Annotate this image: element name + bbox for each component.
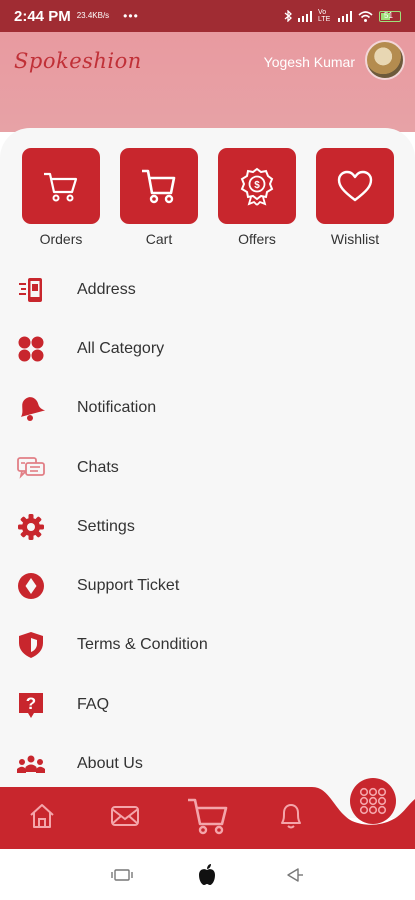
battery-level: 51: [384, 10, 393, 20]
tile-label: Orders: [39, 231, 83, 247]
cart-icon: [142, 169, 176, 204]
bell-icon: [16, 393, 46, 423]
heart-icon: [337, 170, 373, 202]
svg-text:$: $: [254, 180, 260, 191]
app-logo: Spokeshion: [14, 49, 142, 73]
menu-item-faq[interactable]: ? FAQ: [0, 675, 415, 734]
back-button[interactable]: [282, 863, 306, 887]
back-icon: [287, 868, 303, 882]
shield-icon: [16, 630, 46, 660]
menu-item-settings[interactable]: Settings: [0, 497, 415, 556]
header: Spokeshion Yogesh Kumar: [0, 32, 415, 132]
recents-icon: [111, 869, 133, 881]
orders-button[interactable]: [22, 148, 100, 224]
menu-grid-icon: [359, 787, 387, 815]
nav-home[interactable]: [26, 799, 58, 833]
menu-item-support-ticket[interactable]: Support Ticket: [0, 556, 415, 615]
status-bar: 2:44 PM 23.4KB/s ••• Vo LTE 51: [0, 0, 415, 32]
menu-label: Chats: [77, 458, 119, 476]
gear-icon: [16, 512, 46, 542]
tile-orders[interactable]: Orders: [22, 148, 100, 247]
bluetooth-icon: [284, 10, 292, 22]
bottom-nav: [0, 778, 415, 849]
nav-messages[interactable]: [108, 799, 142, 833]
svg-text:?: ?: [26, 694, 36, 713]
grid-icon: [16, 334, 46, 364]
menu-item-terms[interactable]: Terms & Condition: [0, 616, 415, 675]
bell-icon: [281, 804, 301, 829]
cart-icon: [44, 172, 78, 202]
menu-item-address[interactable]: Address: [0, 260, 415, 319]
signal-icon-2: [338, 10, 352, 22]
wifi-icon: [358, 10, 373, 22]
tile-label: Offers: [238, 231, 276, 247]
menu-label: Settings: [77, 517, 135, 535]
nav-notifications[interactable]: [277, 799, 305, 833]
wishlist-button[interactable]: [316, 148, 394, 224]
battery-icon: 51: [379, 10, 401, 22]
menu-label: Terms & Condition: [77, 636, 208, 654]
menu-item-chats[interactable]: Chats: [0, 438, 415, 497]
tile-offers[interactable]: $ Offers: [218, 148, 296, 247]
menu-label: Support Ticket: [77, 577, 180, 595]
question-icon: ?: [16, 690, 46, 720]
signal-icon: [298, 10, 312, 22]
tile-cart[interactable]: Cart: [120, 148, 198, 247]
menu-fab-button[interactable]: [350, 778, 396, 824]
offer-badge-icon: $: [240, 167, 274, 206]
home-icon: [30, 804, 54, 828]
avatar[interactable]: [365, 40, 405, 80]
menu-list: Address All Category Notification Chats …: [0, 260, 415, 794]
cart-button[interactable]: [120, 148, 198, 224]
menu-label: All Category: [77, 339, 165, 357]
recents-button[interactable]: [110, 863, 134, 887]
menu-label: Notification: [77, 399, 157, 417]
user-name[interactable]: Yogesh Kumar: [264, 54, 355, 70]
tile-label: Wishlist: [330, 231, 380, 247]
menu-item-notification[interactable]: Notification: [0, 379, 415, 438]
home-system-button[interactable]: [195, 863, 219, 887]
menu-item-all-category[interactable]: All Category: [0, 319, 415, 378]
quick-actions: Orders Cart $ Offers Wishlist: [22, 148, 394, 247]
status-time: 2:44 PM: [14, 7, 71, 25]
menu-label: About Us: [77, 755, 143, 773]
tile-wishlist[interactable]: Wishlist: [316, 148, 394, 247]
nav-cart[interactable]: [185, 795, 231, 837]
chat-icon: [16, 453, 46, 483]
apple-icon: [199, 864, 215, 885]
offers-button[interactable]: $: [218, 148, 296, 224]
menu-item-about-us[interactable]: About Us: [0, 734, 415, 793]
tile-label: Cart: [145, 231, 173, 247]
status-icons: Vo LTE 51: [284, 9, 401, 23]
cart-icon: [188, 798, 228, 835]
phone-address-icon: [16, 275, 46, 305]
notification-dots: •••: [123, 9, 139, 23]
team-icon: [16, 749, 46, 779]
network-speed: 23.4KB/s: [76, 11, 110, 20]
system-nav-bar: [0, 849, 415, 900]
ticket-icon: [16, 571, 46, 601]
menu-label: Address: [77, 280, 136, 298]
mail-icon: [111, 806, 139, 826]
main-card: Orders Cart $ Offers Wishlist Address Al…: [0, 128, 415, 818]
menu-label: FAQ: [77, 695, 110, 713]
carrier-label: Vo LTE: [318, 9, 331, 23]
